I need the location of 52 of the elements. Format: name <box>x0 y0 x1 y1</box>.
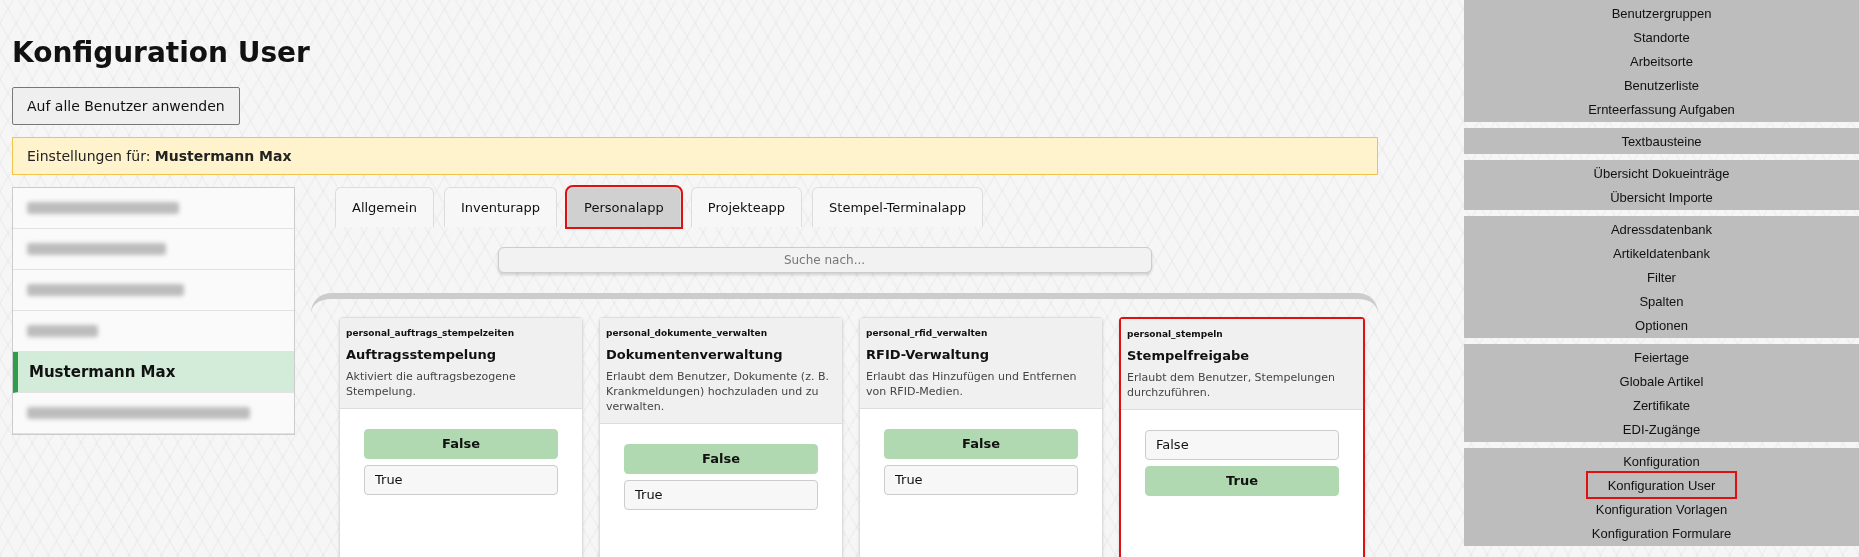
tab[interactable]: Projekteapp <box>690 187 803 227</box>
option-button[interactable]: True <box>1145 465 1339 496</box>
setting-title: RFID-Verwaltung <box>866 347 991 362</box>
option-button[interactable]: False <box>624 443 818 474</box>
menu-item[interactable]: Textbausteine <box>1601 129 1722 153</box>
apply-to-all-button[interactable]: Auf alle Benutzer anwenden <box>12 87 240 125</box>
tab[interactable]: Inventurapp <box>443 187 558 227</box>
menu-item[interactable]: Filter <box>1627 265 1696 289</box>
setting-key: personal_auftrags_stempelzeiten <box>346 328 576 338</box>
setting-title: Stempelfreigabe <box>1127 348 1251 363</box>
setting-description: Erlaubt dem Benutzer, Dokumente (z. B. Krankmeldungen) hochzuladen und zu verwalten. <box>606 370 830 415</box>
option-button[interactable]: True <box>884 464 1078 495</box>
blurred-name <box>27 325 98 337</box>
menu-item[interactable]: Konfiguration Formulare <box>1571 521 1752 545</box>
menu-item[interactable]: Globale Artikel <box>1599 369 1724 393</box>
menu-item[interactable]: Konfiguration <box>1603 449 1720 473</box>
menu-item[interactable]: Ernteerfassung Aufgaben <box>1568 97 1755 121</box>
search-field[interactable]: Suche nach... <box>497 247 1152 273</box>
tab[interactable]: Stempel-Terminalapp <box>812 187 983 227</box>
option-button[interactable]: False <box>884 428 1078 459</box>
page-title: Konfiguration User <box>12 36 311 69</box>
menu-item[interactable]: Spalten <box>1619 289 1704 313</box>
menu-item[interactable]: EDI-Zugänge <box>1602 417 1721 441</box>
setting-title: Dokumentenverwaltung <box>606 347 784 362</box>
setting-description: Aktiviert die auftragsbezogene Stempelung. <box>346 370 517 400</box>
menu-item[interactable]: Benutzergruppen <box>1591 1 1732 25</box>
setting-key: personal_stempeln <box>1127 329 1357 339</box>
option-button[interactable]: True <box>364 464 558 495</box>
tab[interactable]: Personalapp <box>567 187 681 227</box>
menu-item[interactable]: Benutzerliste <box>1603 73 1720 97</box>
menu-item[interactable]: Übersicht Importe <box>1590 185 1733 209</box>
menu-item[interactable]: Adressdatenbank <box>1590 217 1733 241</box>
menu-item[interactable]: Konfiguration User <box>1587 473 1736 497</box>
setting-key: personal_dokumente_verwalten <box>606 328 836 338</box>
setting-key: personal_rfid_verwalten <box>866 328 1096 338</box>
tab[interactable]: Allgemein <box>335 187 434 227</box>
option-button[interactable]: True <box>624 479 818 510</box>
banner-text: Einstellungen für: Mustermann Max <box>27 148 292 164</box>
menu-item[interactable]: Artikeldatenbank <box>1593 241 1730 265</box>
menu-item[interactable]: Arbeitsorte <box>1610 49 1713 73</box>
setting-title: Auftragsstempelung <box>346 347 498 362</box>
menu-item[interactable]: Konfiguration Vorlagen <box>1575 497 1748 521</box>
menu-item[interactable]: Übersicht Dokueinträge <box>1573 161 1750 185</box>
option-button[interactable]: False <box>364 428 558 459</box>
setting-description: Erlaubt dem Benutzer, Stempelungen durchzuführen. <box>1127 371 1336 401</box>
menu-item[interactable]: Zertifikate <box>1612 393 1711 417</box>
user-item[interactable]: Mustermann Max <box>13 352 294 393</box>
option-button[interactable]: False <box>1145 429 1339 460</box>
menu-item[interactable]: Feiertage <box>1614 345 1709 369</box>
menu-item[interactable]: Optionen <box>1615 313 1708 337</box>
setting-description: Erlaubt das Hinzufügen und Entfernen von RFID-Medien. <box>866 370 1078 400</box>
menu-item[interactable]: Standorte <box>1613 25 1710 49</box>
